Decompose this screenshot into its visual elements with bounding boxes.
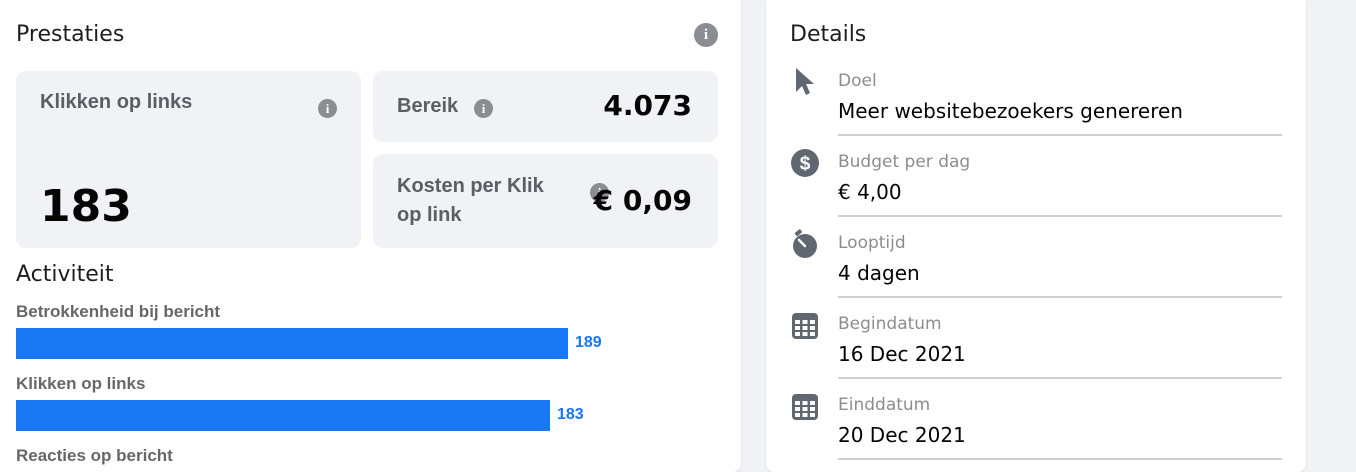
dollar-icon: $ (790, 148, 820, 178)
calendar-icon (790, 311, 820, 341)
divider (838, 134, 1282, 136)
performance-title: Prestaties (16, 22, 125, 47)
detail-value: Meer websitebezoekers genereren (838, 99, 1183, 123)
activity-label: Klikken op links (16, 374, 146, 393)
link-clicks-label: Klikken op links (40, 91, 193, 113)
detail-value: € 4,00 (838, 180, 902, 204)
detail-label: Einddatum (838, 395, 931, 415)
info-icon[interactable]: i (318, 99, 337, 118)
info-icon[interactable]: i (694, 23, 718, 47)
cpc-label: Kosten per Klik op link (397, 172, 544, 230)
activity-label: Reacties op bericht (16, 446, 173, 465)
stopwatch-icon (790, 229, 820, 259)
reach-label: Bereik (397, 95, 459, 117)
detail-label: Budget per dag (838, 152, 971, 172)
link-clicks-value: 183 (40, 181, 132, 232)
cursor-icon (790, 66, 820, 96)
cpc-label-line1: Kosten per Klik (397, 175, 544, 197)
divider (838, 377, 1282, 379)
activity-bar-value: 183 (557, 406, 584, 423)
detail-label: Begindatum (838, 314, 942, 334)
detail-value: 20 Dec 2021 (838, 423, 966, 447)
activity-bar (16, 400, 550, 431)
divider (838, 458, 1282, 460)
cpc-value: € 0,09 (593, 184, 692, 217)
divider (838, 296, 1282, 298)
detail-label: Looptijd (838, 233, 906, 253)
details-title: Details (790, 22, 867, 47)
reach-value: 4.073 (603, 89, 692, 122)
calendar-icon (790, 392, 820, 422)
detail-value: 4 dagen (838, 261, 920, 285)
detail-label: Doel (838, 71, 877, 91)
info-icon[interactable]: i (474, 99, 493, 118)
cpc-label-line2: op link (397, 204, 462, 226)
detail-value: 16 Dec 2021 (838, 342, 966, 366)
activity-title: Activiteit (16, 262, 114, 287)
activity-label: Betrokkenheid bij bericht (16, 302, 221, 321)
svg-text:$: $ (800, 154, 811, 175)
activity-bar (16, 328, 568, 359)
activity-bar-value: 189 (575, 334, 602, 351)
divider (838, 215, 1282, 217)
